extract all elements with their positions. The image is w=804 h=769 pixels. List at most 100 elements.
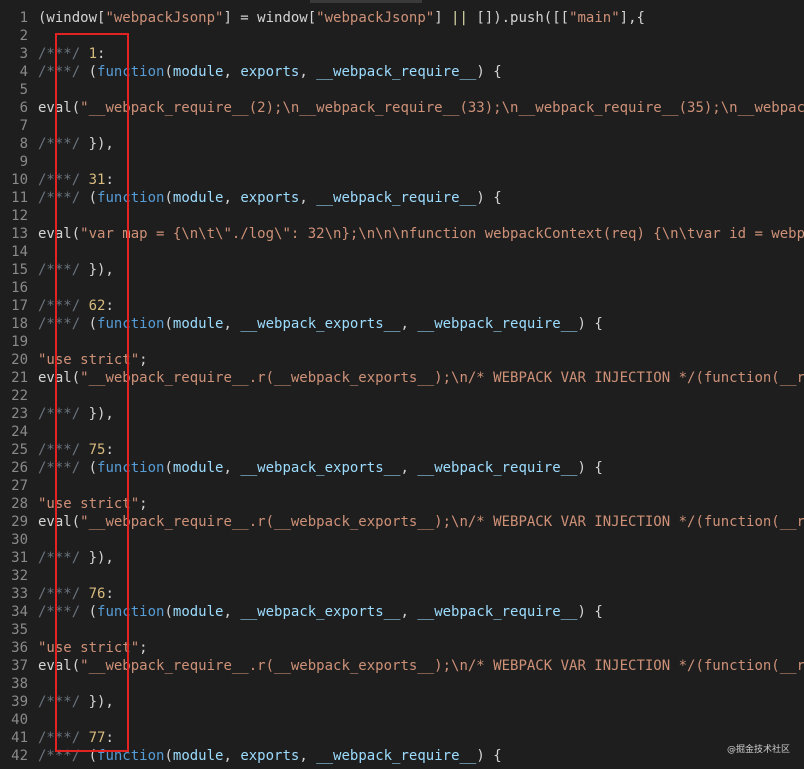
code-line[interactable]: 4/***/ (function(module, exports, __webp… [0, 63, 804, 81]
code-token: "__webpack_require__.r(__webpack_exports… [80, 514, 804, 530]
code-text: /***/ }), [38, 405, 114, 423]
line-number: 25 [11, 442, 28, 458]
code-line[interactable]: 27 [0, 477, 804, 495]
code-line[interactable]: 30 [0, 531, 804, 549]
code-token: __webpack_require__ [417, 604, 578, 620]
code-text: (window["webpackJsonp"] = window["webpac… [38, 9, 645, 27]
code-line[interactable]: 17 /***/ 62: [0, 297, 804, 315]
line-number: 24 [11, 424, 28, 440]
code-text: /***/ }), [38, 549, 114, 567]
code-line[interactable]: 10 /***/ 31: [0, 171, 804, 189]
code-token: function [97, 460, 165, 476]
code-line[interactable]: 29 eval("__webpack_require__.r(__webpack_… [0, 513, 804, 531]
code-line[interactable]: 6 eval("__webpack_require__(2);\n__webpac… [0, 99, 804, 117]
code-text: /***/ (function(module, __webpack_export… [38, 459, 603, 477]
code-line[interactable]: 22 [0, 387, 804, 405]
code-token: /***/ [38, 550, 89, 566]
code-line[interactable]: 11/***/ (function(module, exports, __web… [0, 189, 804, 207]
code-token: /***/ [38, 460, 89, 476]
code-token: 77 [88, 730, 106, 746]
code-token: ] = window[ [223, 10, 317, 26]
code-line[interactable]: 41 /***/ 77: [0, 729, 804, 747]
code-line[interactable]: 31 /***/ }), [0, 549, 804, 567]
code-line[interactable]: 16 [0, 279, 804, 297]
line-number: 14 [11, 244, 28, 260]
code-token: module [172, 604, 224, 620]
code-line[interactable]: 34/***/ (function(module, __webpack_expo… [0, 603, 804, 621]
code-token: function [97, 64, 165, 80]
code-line[interactable]: 33 /***/ 76: [0, 585, 804, 603]
code-token: : [105, 586, 114, 602]
code-line[interactable]: 26/***/ (function(module, __webpack_expo… [0, 459, 804, 477]
code-token: ; [139, 352, 148, 368]
code-line[interactable]: 42/***/ (function(module, exports, __web… [0, 747, 804, 765]
code-token: , [299, 64, 317, 80]
code-token: function [97, 604, 165, 620]
code-token: __webpack_exports__ [240, 460, 401, 476]
line-number: 20 [11, 352, 28, 368]
code-line[interactable]: 19 [0, 333, 804, 351]
code-token: module [172, 190, 224, 206]
code-editor[interactable]: 1 (window["webpackJsonp"] = window["webpa… [0, 0, 804, 769]
code-token: ( [88, 64, 98, 80]
code-token: : [105, 442, 114, 458]
line-number: 7 [19, 118, 28, 134]
code-token: "__webpack_require__.r(__webpack_exports… [80, 370, 804, 386]
code-line[interactable]: 25 /***/ 75: [0, 441, 804, 459]
code-line[interactable]: 38 [0, 675, 804, 693]
code-line[interactable]: 13 eval("var map = {\n\t\"./log\": 32\n};… [0, 225, 804, 243]
code-lines[interactable]: 1 (window["webpackJsonp"] = window["webpa… [0, 9, 804, 765]
line-number: 42 [11, 748, 28, 764]
code-line[interactable]: 14 [0, 243, 804, 261]
code-token: /***/ [38, 316, 89, 332]
code-token: eval( [38, 514, 81, 530]
code-line[interactable]: 37 eval("__webpack_require__.r(__webpack_… [0, 657, 804, 675]
code-token: , [223, 64, 241, 80]
line-number: 19 [11, 334, 28, 350]
code-line[interactable]: 7 [0, 117, 804, 135]
code-line[interactable]: 39 /***/ }), [0, 693, 804, 711]
code-token: /***/ [38, 298, 89, 314]
code-token: ) { [476, 64, 502, 80]
code-token: /***/ [38, 172, 89, 188]
code-line[interactable]: 5 [0, 81, 804, 99]
code-line[interactable]: 20 "use strict"; [0, 351, 804, 369]
code-line[interactable]: 40 [0, 711, 804, 729]
code-line[interactable]: 15 /***/ }), [0, 261, 804, 279]
code-token: eval( [38, 100, 81, 116]
code-token: }), [88, 406, 114, 422]
code-line[interactable]: 28 "use strict"; [0, 495, 804, 513]
line-number: 39 [11, 694, 28, 710]
code-token: ; [139, 496, 148, 512]
code-token: ( [88, 748, 98, 764]
code-line[interactable]: 8 /***/ }), [0, 135, 804, 153]
line-number: 40 [11, 712, 28, 728]
code-line[interactable]: 12 [0, 207, 804, 225]
line-number: 22 [11, 388, 28, 404]
code-line[interactable]: 32 [0, 567, 804, 585]
code-line[interactable]: 35 [0, 621, 804, 639]
code-line[interactable]: 23 /***/ }), [0, 405, 804, 423]
code-token: }), [88, 550, 114, 566]
active-tab-indicator[interactable] [310, 0, 422, 3]
code-line[interactable]: 36 "use strict"; [0, 639, 804, 657]
code-token: ) { [577, 460, 603, 476]
code-token: 31 [88, 172, 106, 188]
code-text: /***/ 1: [38, 45, 105, 63]
code-line[interactable]: 9 [0, 153, 804, 171]
code-line[interactable]: 24 [0, 423, 804, 441]
line-number: 30 [11, 532, 28, 548]
code-token: : [105, 172, 114, 188]
code-line[interactable]: 1 (window["webpackJsonp"] = window["webpa… [0, 9, 804, 27]
code-line[interactable]: 18/***/ (function(module, __webpack_expo… [0, 315, 804, 333]
code-text: /***/ }), [38, 693, 114, 711]
code-text: /***/ 75: [38, 441, 114, 459]
code-token: ( [164, 316, 173, 332]
code-line[interactable]: 3 /***/ 1: [0, 45, 804, 63]
code-token: ],{ [619, 10, 645, 26]
code-line[interactable]: 2 [0, 27, 804, 45]
code-token: /***/ [38, 730, 89, 746]
code-line[interactable]: 21 eval("__webpack_require__.r(__webpack_… [0, 369, 804, 387]
code-token: "use strict" [38, 496, 140, 512]
code-token: ) { [476, 748, 502, 764]
